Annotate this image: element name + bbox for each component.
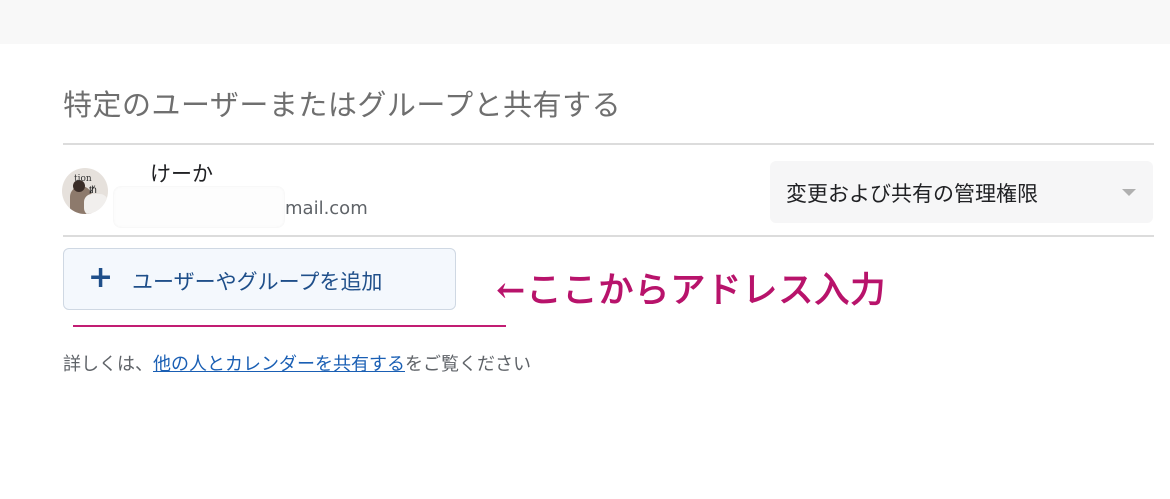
caret-down-icon	[1122, 189, 1136, 196]
divider-top	[63, 143, 1154, 145]
annotation-text: ←ここからアドレス入力	[496, 270, 887, 311]
help-text: 詳しくは、他の人とカレンダーを共有するをご覧ください	[63, 350, 531, 376]
help-text-suffix: をご覧ください	[405, 354, 531, 375]
help-text-prefix: 詳しくは、	[63, 354, 153, 375]
add-users-label: ユーザーやグループを追加	[132, 270, 383, 294]
avatar: tion ᵺ	[62, 168, 108, 214]
add-users-button[interactable]: + ユーザーやグループを追加	[63, 248, 456, 310]
permission-select[interactable]: 変更および共有の管理権限	[770, 161, 1153, 223]
user-name: けーか	[150, 162, 213, 186]
permission-select-value: 変更および共有の管理権限	[786, 182, 1038, 206]
email-redaction	[113, 186, 285, 228]
avatar-photo-text: tion	[74, 174, 92, 184]
plus-icon: +	[88, 260, 114, 295]
divider-bottom	[63, 235, 1154, 237]
help-link[interactable]: 他の人とカレンダーを共有する	[153, 354, 405, 375]
section-title: 特定のユーザーまたはグループと共有する	[63, 88, 622, 122]
top-bar	[0, 0, 1170, 44]
annotation-underline	[73, 325, 506, 327]
user-email: mail.com	[285, 198, 368, 219]
